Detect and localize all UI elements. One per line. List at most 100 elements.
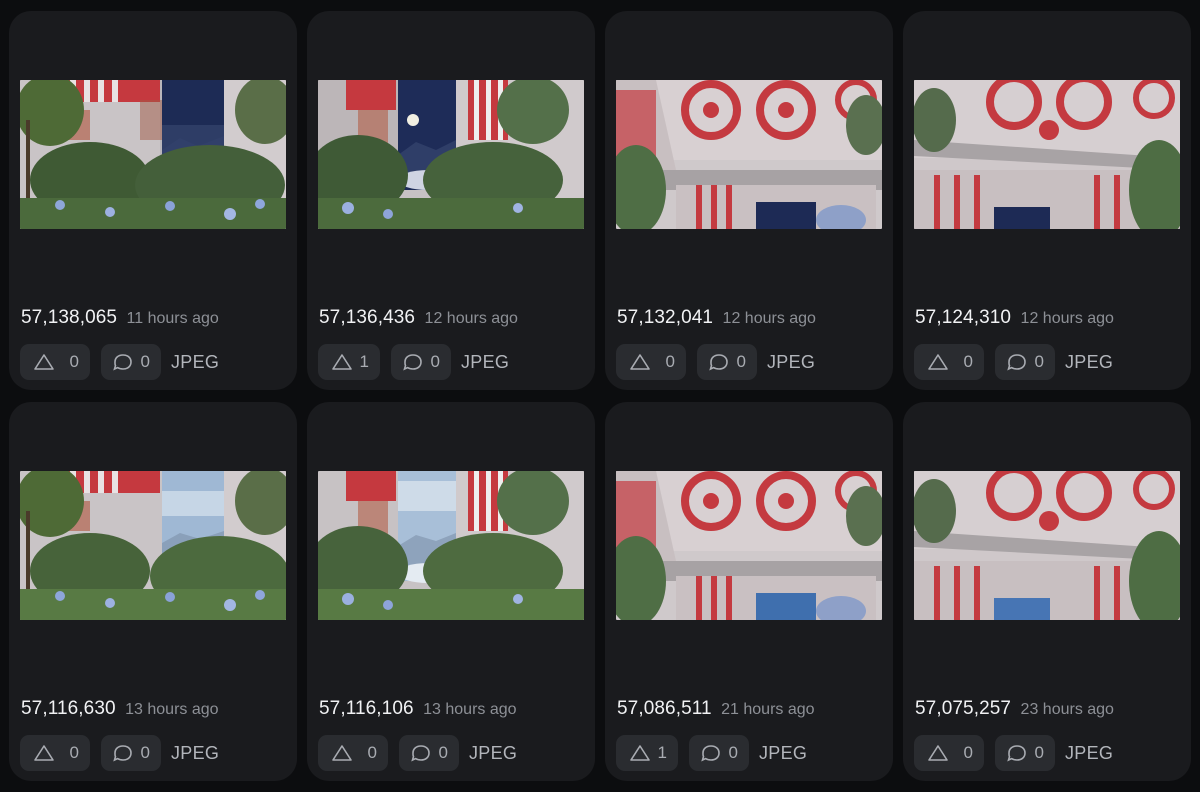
- comment-bubble-icon: [112, 744, 134, 762]
- gallery-card[interactable]: 57,124,310 12 hours ago 0 0 JPEG: [903, 11, 1191, 390]
- gallery-card[interactable]: 57,075,257 23 hours ago 0 0 JPEG: [903, 402, 1191, 781]
- ceiling-scene-night-2: [914, 80, 1180, 229]
- comment-button[interactable]: 0: [995, 735, 1055, 771]
- timestamp: 12 hours ago: [722, 310, 816, 327]
- image-meta: 57,116,630 13 hours ago: [21, 698, 219, 724]
- thumbnail-image[interactable]: [318, 80, 584, 229]
- file-format: JPEG: [759, 743, 808, 763]
- comment-button[interactable]: 0: [689, 735, 749, 771]
- timestamp: 13 hours ago: [423, 701, 517, 718]
- upvote-button[interactable]: 1: [616, 735, 678, 771]
- gallery-card[interactable]: 57,116,106 13 hours ago 0 0 JPEG: [307, 402, 595, 781]
- timestamp: 13 hours ago: [125, 701, 219, 718]
- thumbnail-image[interactable]: [20, 80, 286, 229]
- gallery-card[interactable]: 57,132,041 12 hours ago 0 0 JPEG: [605, 11, 893, 390]
- upvote-button[interactable]: 0: [20, 344, 90, 380]
- ceiling-scene-day-2: [914, 471, 1180, 620]
- upvote-count: 0: [367, 743, 377, 762]
- comment-bubble-icon: [1006, 353, 1028, 371]
- upvote-triangle-icon: [33, 353, 55, 371]
- comment-button[interactable]: 0: [391, 344, 451, 380]
- upvote-button[interactable]: 0: [20, 735, 90, 771]
- timestamp: 23 hours ago: [1020, 701, 1114, 718]
- upvote-count: 0: [665, 352, 675, 371]
- ceiling-scene-day: [616, 471, 882, 620]
- comment-button[interactable]: 0: [399, 735, 459, 771]
- comment-bubble-icon: [410, 744, 432, 762]
- gallery-card[interactable]: 57,136,436 12 hours ago 1 0 JPEG: [307, 11, 595, 390]
- upvote-triangle-icon: [629, 353, 651, 371]
- comment-bubble-icon: [402, 353, 424, 371]
- image-id[interactable]: 57,138,065: [21, 307, 117, 328]
- garden-scene-day: [20, 471, 286, 620]
- thumbnail-image[interactable]: [616, 80, 882, 229]
- image-meta: 57,136,436 12 hours ago: [319, 307, 518, 333]
- upvote-button[interactable]: 0: [318, 735, 388, 771]
- timestamp: 21 hours ago: [721, 701, 815, 718]
- image-meta: 57,132,041 12 hours ago: [617, 307, 816, 333]
- gallery-card[interactable]: 57,116,630 13 hours ago 0 0 JPEG: [9, 402, 297, 781]
- thumbnail-image[interactable]: [616, 471, 882, 620]
- upvote-count: 0: [69, 743, 79, 762]
- image-id[interactable]: 57,116,106: [319, 698, 414, 719]
- upvote-button[interactable]: 0: [616, 344, 686, 380]
- image-id[interactable]: 57,116,630: [21, 698, 116, 719]
- thumbnail-image[interactable]: [318, 471, 584, 620]
- gallery-grid: 57,138,065 11 hours ago 0 0 JPEG 57,136,…: [0, 0, 1200, 792]
- ceiling-scene-night: [616, 80, 882, 229]
- garden-scene-night: [20, 80, 286, 229]
- gallery-card[interactable]: 57,086,511 21 hours ago 1 0 JPEG: [605, 402, 893, 781]
- image-meta: 57,124,310 12 hours ago: [915, 307, 1114, 333]
- comment-count: 0: [430, 352, 440, 371]
- thumbnail-image[interactable]: [914, 80, 1180, 229]
- image-id[interactable]: 57,136,436: [319, 307, 415, 328]
- image-id[interactable]: 57,124,310: [915, 307, 1011, 328]
- file-format: JPEG: [171, 352, 220, 372]
- comment-button[interactable]: 0: [101, 735, 161, 771]
- image-id[interactable]: 57,132,041: [617, 307, 713, 328]
- comment-count: 0: [728, 743, 738, 762]
- file-format: JPEG: [1065, 352, 1114, 372]
- comment-count: 0: [140, 743, 150, 762]
- upvote-triangle-icon: [629, 744, 651, 762]
- image-meta: 57,075,257 23 hours ago: [915, 698, 1114, 724]
- comment-count: 0: [1034, 352, 1044, 371]
- upvote-count: 1: [359, 352, 369, 371]
- upvote-triangle-icon: [927, 353, 949, 371]
- upvote-triangle-icon: [927, 744, 949, 762]
- upvote-button[interactable]: 1: [318, 344, 380, 380]
- image-meta: 57,138,065 11 hours ago: [21, 307, 219, 333]
- comment-bubble-icon: [1006, 744, 1028, 762]
- image-id[interactable]: 57,086,511: [617, 698, 712, 719]
- comment-button[interactable]: 0: [995, 344, 1055, 380]
- upvote-count: 0: [963, 352, 973, 371]
- garden-scene-day-2: [318, 471, 584, 620]
- comment-count: 0: [438, 743, 448, 762]
- upvote-triangle-icon: [331, 353, 353, 371]
- timestamp: 12 hours ago: [1020, 310, 1114, 327]
- comment-count: 0: [1034, 743, 1044, 762]
- comment-button[interactable]: 0: [101, 344, 161, 380]
- thumbnail-image[interactable]: [914, 471, 1180, 620]
- timestamp: 11 hours ago: [126, 310, 219, 327]
- comment-bubble-icon: [112, 353, 134, 371]
- image-id[interactable]: 57,075,257: [915, 698, 1011, 719]
- upvote-button[interactable]: 0: [914, 344, 984, 380]
- upvote-count: 0: [69, 352, 79, 371]
- upvote-triangle-icon: [331, 744, 353, 762]
- upvote-count: 0: [963, 743, 973, 762]
- file-format: JPEG: [469, 743, 518, 763]
- file-format: JPEG: [461, 352, 510, 372]
- image-meta: 57,086,511 21 hours ago: [617, 698, 815, 724]
- comment-bubble-icon: [700, 744, 722, 762]
- comment-count: 0: [736, 352, 746, 371]
- thumbnail-image[interactable]: [20, 471, 286, 620]
- file-format: JPEG: [767, 352, 816, 372]
- garden-scene-moon: [318, 80, 584, 229]
- comment-button[interactable]: 0: [697, 344, 757, 380]
- image-meta: 57,116,106 13 hours ago: [319, 698, 517, 724]
- upvote-count: 1: [657, 743, 667, 762]
- timestamp: 12 hours ago: [424, 310, 518, 327]
- gallery-card[interactable]: 57,138,065 11 hours ago 0 0 JPEG: [9, 11, 297, 390]
- upvote-button[interactable]: 0: [914, 735, 984, 771]
